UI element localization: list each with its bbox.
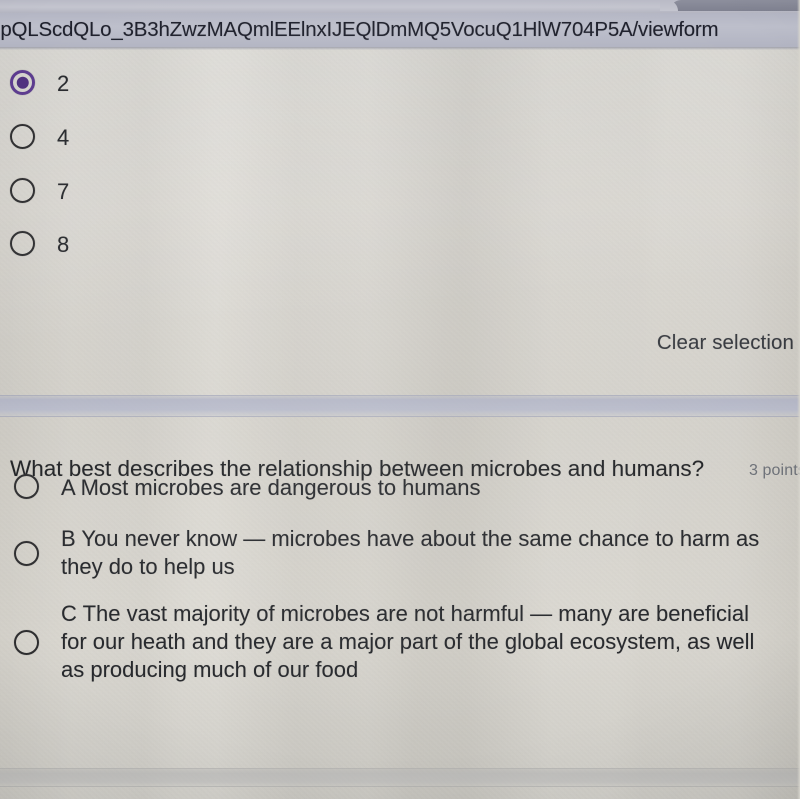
google-form-body: 2 4 7 8 Clear selection What best descri… <box>0 50 800 799</box>
option-label: C The vast majority of microbes are not … <box>61 601 755 683</box>
radio-button[interactable] <box>10 231 35 256</box>
radio-button[interactable] <box>14 629 39 655</box>
option-label: 2 <box>57 71 70 96</box>
browser-chrome-strip <box>0 0 800 13</box>
radio-button[interactable] <box>10 178 35 203</box>
url-text: lpQLScdQLo_3B3hZwzMAQmlEElnxIJEQlDmMQ5Vo… <box>0 18 719 41</box>
question-2-option-a[interactable]: A Most microbes are dangerous to humans <box>14 474 773 502</box>
option-label: A Most microbes are dangerous to humans <box>61 475 481 500</box>
question-1-option-4[interactable]: 8 <box>10 231 69 259</box>
question-1-option-1[interactable]: 2 <box>10 70 69 98</box>
option-label: 7 <box>57 179 70 204</box>
question-1-option-3[interactable]: 7 <box>10 178 69 206</box>
question-divider-1 <box>0 395 800 417</box>
clear-selection-button[interactable]: Clear selection <box>657 331 794 355</box>
screenshot-root: lpQLScdQLo_3B3hZwzMAQmlEElnxIJEQlDmMQ5Vo… <box>0 0 800 799</box>
option-label: 8 <box>57 232 70 257</box>
browser-address-bar[interactable]: lpQLScdQLo_3B3hZwzMAQmlEElnxIJEQlDmMQ5Vo… <box>0 13 800 47</box>
radio-button[interactable] <box>10 124 35 149</box>
question-1-option-2[interactable]: 4 <box>10 124 69 152</box>
browser-tab-corner[interactable] <box>660 0 800 11</box>
radio-button[interactable] <box>14 540 39 566</box>
radio-button-selected[interactable] <box>10 70 35 95</box>
question-divider-2 <box>0 768 800 787</box>
option-label: 4 <box>57 125 70 150</box>
question-2-option-b[interactable]: B You never know — microbes have about t… <box>14 525 773 581</box>
option-label: B You never know — microbes have about t… <box>61 526 760 580</box>
radio-button[interactable] <box>14 474 39 499</box>
question-2-option-c[interactable]: C The vast majority of microbes are not … <box>14 600 773 684</box>
